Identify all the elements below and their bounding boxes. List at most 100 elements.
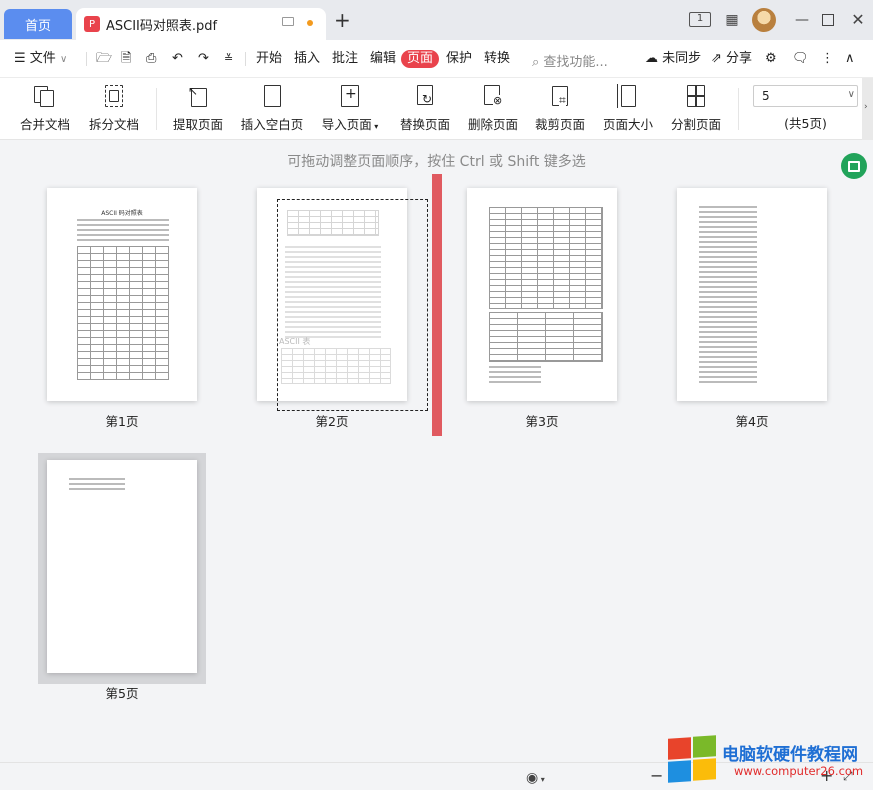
split-button[interactable]: 拆分文档 [85,82,143,136]
import-label-text: 导入页面 [321,117,372,132]
page-number-select[interactable]: 5 ∨ [753,85,858,107]
insert-blank-label: 插入空白页 [240,117,304,132]
crop-label: 裁剪页面 [534,117,585,132]
grid-apps-icon[interactable]: ▦ [724,12,740,28]
page-size-label: 页面大小 [602,117,653,132]
page1-paragraph [77,219,169,244]
save-icon[interactable]: 🗎 [121,51,131,67]
watermark: 电脑软硬件教程网 www.computer26.com [668,734,873,784]
print-icon[interactable]: ⎙ [146,51,156,67]
page-size-icon [616,84,640,108]
tab-home[interactable]: 首页 [4,9,72,39]
tab-start[interactable]: 开始 [256,51,282,67]
delete-page-icon: ⊗ [481,84,505,108]
chevron-down-icon: ∨ [59,54,68,65]
import-icon: + [338,84,362,108]
divider [738,88,739,130]
blank-page-icon [260,84,284,108]
pdf-icon: P [84,16,100,32]
divide-button[interactable]: 分割页面 [667,82,725,136]
gear-icon[interactable]: ⚙ [765,51,777,67]
page-label-2: 第2页 [315,414,349,429]
sync-button[interactable]: ☁ 未同步 [645,51,701,67]
avatar[interactable] [752,8,776,32]
collapse-ribbon-icon[interactable]: ∧ [845,51,855,67]
windows-logo-icon [668,735,718,783]
new-tab-button[interactable]: + [334,10,351,30]
eye-icon[interactable]: ◉ ▾ [526,770,545,786]
delete-label: 删除页面 [467,117,518,132]
tab-protect[interactable]: 保护 [446,51,472,67]
more-quick-icon[interactable]: ≚ [224,51,233,67]
redo-icon[interactable]: ↷ [198,51,209,67]
import-label: 导入页面 ▾ [322,114,379,133]
tab-page[interactable]: 页面 [401,50,440,68]
share-button[interactable]: ⇗ 分享 [711,51,752,67]
table-tool-button[interactable] [841,153,867,179]
drop-position-indicator [432,174,442,436]
tab-edit[interactable]: 编辑 [370,51,396,67]
tab-insert[interactable]: 插入 [294,51,320,67]
split-icon [102,84,126,108]
divide-label: 分割页面 [670,117,721,132]
tab-bar: 首页 P ASCII码对照表.pdf + 1 ▦ — ✕ [0,0,873,40]
split-label: 拆分文档 [88,117,139,132]
zoom-out-button[interactable]: − [650,766,663,785]
minimize-icon[interactable]: — [794,12,810,28]
search-input[interactable]: ⌕ 查找功能... [532,51,608,70]
page-label-1: 第1页 [105,414,139,429]
page-thumbnail-3[interactable] [467,188,617,401]
file-menu-label: 文件 [29,51,56,66]
page-label-3: 第3页 [525,414,559,429]
tab-comment[interactable]: 批注 [332,51,358,67]
merge-button[interactable]: 合并文档 [16,82,74,136]
page3-notes [489,366,541,386]
merge-label: 合并文档 [19,117,70,132]
drag-selection-frame [277,199,428,411]
tab-convert[interactable]: 转换 [484,51,510,67]
page-size-button[interactable]: 页面大小 [599,82,657,136]
current-page-value: 5 [762,89,770,103]
toolbar-scroll-right-button[interactable]: › [862,78,873,140]
page-thumbnail-4[interactable] [677,188,827,401]
page3-table-bottom [489,312,603,362]
tab-document[interactable]: P ASCII码对照表.pdf [76,8,326,40]
table-icon [848,160,860,172]
replace-icon: ↻ [413,84,437,108]
page-thumbnail-area[interactable]: 可拖动调整页面顺序，按住 Ctrl 或 Shift 键多选 ASCII 码对照表… [0,140,873,762]
page-label-4: 第4页 [735,414,769,429]
undo-icon[interactable]: ↶ [172,51,183,67]
document-title: ASCII码对照表.pdf [106,18,218,34]
extract-button[interactable]: ↖ 提取页面 [169,82,227,136]
sync-label: 未同步 [662,51,702,66]
page-thumbnail-1[interactable]: ASCII 码对照表 [47,188,197,401]
close-icon[interactable]: ✕ [850,12,866,28]
drag-hint-text: 可拖动调整页面顺序，按住 Ctrl 或 Shift 键多选 [287,154,586,170]
page3-table-top [489,207,603,309]
import-button[interactable]: + 导入页面 ▾ [318,82,382,136]
crop-button[interactable]: ⌗ 裁剪页面 [531,82,589,136]
page4-text-list [699,206,757,386]
divide-icon [684,84,708,108]
search-placeholder: 查找功能... [543,55,608,70]
cloud-icon: ☁ [645,51,658,66]
divider [156,88,157,130]
unsaved-dot-icon[interactable] [307,20,313,26]
open-folder-icon[interactable]: 🗁 [96,51,112,67]
page-count-icon[interactable]: 1 [689,12,711,27]
comment-icon[interactable]: 🗨 [792,51,809,67]
divider [86,52,87,66]
replace-button[interactable]: ↻ 替换页面 [396,82,454,136]
extract-icon: ↖ [186,84,210,108]
maximize-icon[interactable] [822,14,834,26]
page-label-5: 第5页 [105,686,139,701]
hamburger-icon: ☰ [14,51,26,66]
more-icon[interactable]: ⋮ [821,51,834,67]
file-menu[interactable]: ☰ 文件 ∨ [14,51,67,68]
watermark-url: www.computer26.com [734,764,864,778]
delete-button[interactable]: ⊗ 删除页面 [464,82,522,136]
page-thumbnail-5[interactable] [47,460,197,673]
insert-blank-button[interactable]: 插入空白页 [240,82,304,136]
page5-text [69,478,125,493]
monitor-icon[interactable] [282,17,294,26]
